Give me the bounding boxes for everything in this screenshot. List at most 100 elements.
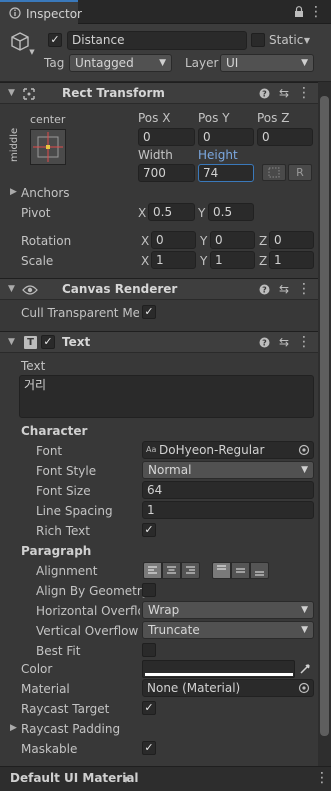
inspector-tab-bar: Inspector ⋮ (0, 0, 331, 24)
align-middle-button[interactable] (231, 562, 250, 579)
presets-icon[interactable]: ⇆ (278, 86, 290, 100)
pos-y-field[interactable]: 0 (198, 128, 254, 146)
pos-y-label: Pos Y (198, 111, 230, 125)
material-field[interactable]: None (Material) (142, 679, 314, 697)
h-overflow-value: Wrap (148, 603, 180, 617)
more-options-icon[interactable]: ⋮ (297, 334, 311, 350)
anchor-preset-button[interactable] (30, 129, 66, 165)
layer-dropdown[interactable]: UI ▼ (220, 54, 314, 72)
align-left-button[interactable] (143, 562, 162, 579)
align-right-button[interactable] (181, 562, 200, 579)
scale-x-field[interactable]: 1 (151, 251, 196, 269)
pos-x-field[interactable]: 0 (138, 128, 195, 146)
scale-z-field[interactable]: 1 (269, 251, 314, 269)
pivot-x-field[interactable]: 0.5 (148, 203, 195, 221)
rotation-x-field[interactable]: 0 (151, 231, 196, 249)
font-field[interactable]: Aa DoHyeon-Regular (142, 441, 314, 459)
align-bottom-button[interactable] (250, 562, 269, 579)
material-value: None (Material) (147, 681, 241, 695)
raw-edit-button[interactable]: R (288, 164, 312, 181)
help-icon[interactable]: ? (258, 336, 270, 348)
chevron-down-icon: ▼ (301, 605, 308, 615)
align-center-button[interactable] (162, 562, 181, 579)
fold-arrow-icon[interactable]: ▼ (8, 284, 15, 294)
presets-icon[interactable]: ⇆ (278, 335, 290, 349)
object-name-field[interactable]: Distance (67, 31, 247, 50)
font-size-field[interactable]: 64 (142, 481, 314, 499)
rich-text-label: Rich Text (36, 524, 90, 538)
line-spacing-field[interactable]: 1 (142, 501, 314, 519)
object-picker-icon[interactable] (298, 682, 310, 694)
h-overflow-label: Horizontal Overflo (36, 604, 140, 618)
align-center-icon (167, 566, 176, 574)
chevron-down-icon: ▼ (301, 465, 308, 475)
raycast-padding-label[interactable]: Raycast Padding (21, 722, 120, 736)
more-options-icon[interactable]: ⋮ (297, 281, 311, 297)
font-label: Font (36, 444, 63, 458)
static-dropdown-icon[interactable]: ▼ (302, 35, 312, 45)
presets-icon[interactable]: ⇆ (278, 282, 290, 296)
text-content-area[interactable]: 거리 (19, 375, 314, 418)
eyedropper-icon[interactable] (298, 661, 312, 677)
inspector-scrollbar-thumb[interactable] (320, 96, 329, 736)
anchor-preset-icon (33, 132, 63, 162)
eye-icon (22, 283, 38, 297)
blueprint-mode-button[interactable] (262, 164, 286, 181)
raycast-target-checkbox[interactable]: ✓ (142, 701, 156, 715)
rotation-label: Rotation (21, 234, 72, 248)
color-label: Color (21, 662, 53, 676)
static-toggle[interactable] (251, 33, 265, 47)
height-field[interactable]: 74 (198, 164, 254, 182)
pivot-y-field[interactable]: 0.5 (208, 203, 254, 221)
align-bottom-icon (255, 571, 264, 576)
chevron-down-icon[interactable]: ▼ (121, 774, 131, 784)
lock-icon[interactable] (292, 5, 306, 19)
layer-label: Layer (185, 56, 219, 70)
align-geometry-checkbox[interactable] (142, 583, 156, 597)
fold-arrow-icon[interactable]: ▼ (8, 337, 15, 347)
fold-arrow-icon[interactable]: ▼ (8, 88, 15, 98)
alignment-label: Alignment (36, 564, 98, 578)
maskable-checkbox[interactable]: ✓ (142, 741, 156, 755)
text-enabled-checkbox[interactable]: ✓ (41, 335, 55, 349)
h-overflow-dropdown[interactable]: Wrap ▼ (142, 601, 314, 619)
color-field[interactable] (142, 660, 295, 678)
tab-inspector[interactable]: Inspector (0, 0, 82, 24)
rich-text-checkbox[interactable]: ✓ (142, 523, 156, 537)
font-style-dropdown[interactable]: Normal ▼ (142, 461, 314, 479)
more-options-icon[interactable]: ⋮ (315, 770, 329, 786)
tag-dropdown[interactable]: Untagged ▼ (69, 54, 172, 72)
text-component-header[interactable]: ▼ T ✓ Text ? ⇆ ⋮ (0, 331, 318, 353)
cull-transparent-checkbox[interactable]: ✓ (142, 305, 156, 319)
pos-z-field[interactable]: 0 (257, 128, 313, 146)
scale-y-axis-label: Y (200, 254, 208, 268)
width-field[interactable]: 700 (138, 164, 195, 182)
anchors-fold-icon[interactable]: ▶ (10, 187, 17, 197)
active-toggle[interactable]: ✓ (48, 33, 62, 47)
pivot-label: Pivot (21, 206, 51, 220)
rotation-z-field[interactable]: 0 (269, 231, 314, 249)
scale-y-field[interactable]: 1 (210, 251, 255, 269)
canvas-renderer-header[interactable]: ▼ Canvas Renderer ? ⇆ ⋮ (0, 278, 318, 300)
tab-label: Inspector (26, 7, 82, 21)
help-icon[interactable]: ? (258, 87, 270, 99)
best-fit-checkbox[interactable] (142, 643, 156, 657)
more-options-icon[interactable]: ⋮ (297, 85, 311, 101)
rect-transform-header[interactable]: ▼ Rect Transform ? ⇆ ⋮ (0, 82, 318, 104)
chevron-down-icon[interactable]: ▼ (28, 48, 36, 56)
align-top-icon (217, 565, 226, 570)
align-right-icon (186, 566, 195, 574)
v-overflow-label: Vertical Overflow (36, 624, 139, 638)
footer-material-name[interactable]: Default UI Material (10, 771, 139, 785)
help-icon[interactable]: ? (258, 283, 270, 295)
anchors-label[interactable]: Anchors (21, 186, 70, 200)
scale-label: Scale (21, 254, 54, 268)
object-picker-icon[interactable] (298, 444, 310, 456)
raycast-padding-fold-icon[interactable]: ▶ (10, 723, 17, 733)
v-overflow-dropdown[interactable]: Truncate ▼ (142, 621, 314, 639)
more-options-icon[interactable]: ⋮ (309, 4, 323, 20)
line-spacing-label: Line Spacing (36, 504, 113, 518)
align-top-button[interactable] (212, 562, 231, 579)
rotation-y-field[interactable]: 0 (210, 231, 255, 249)
svg-text:?: ? (262, 285, 267, 294)
